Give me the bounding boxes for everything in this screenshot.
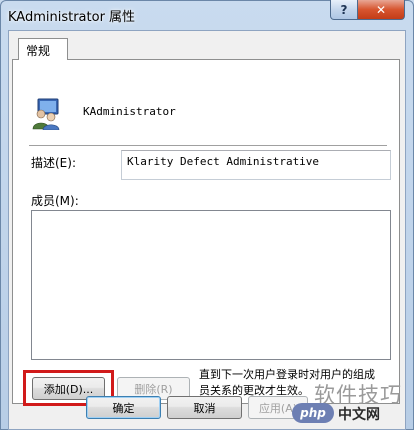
cancel-button[interactable]: 取消 bbox=[167, 396, 242, 419]
members-label: 成员(M): bbox=[31, 194, 79, 208]
close-button[interactable]: ✕ bbox=[357, 0, 405, 20]
divider bbox=[29, 145, 387, 147]
title-bar[interactable]: KAdministrator 属性 ? ✕ bbox=[0, 0, 414, 28]
tab-label: 常规 bbox=[26, 44, 51, 58]
description-field[interactable]: Klarity Defect Administrative bbox=[121, 150, 391, 180]
close-icon: ✕ bbox=[375, 2, 387, 17]
tab-general[interactable]: 常规 bbox=[18, 38, 68, 60]
members-list[interactable] bbox=[31, 210, 391, 360]
general-tab-panel: KAdministrator 描述(E): Klarity Defect Adm… bbox=[12, 59, 400, 406]
watermark-site: 中文网 bbox=[338, 407, 380, 423]
watermark: 软件技巧 php 中文网 bbox=[292, 381, 410, 427]
ok-button[interactable]: 确定 bbox=[86, 396, 161, 419]
description-label: 描述(E): bbox=[31, 156, 76, 170]
user-group-icon bbox=[32, 98, 60, 130]
php-logo: php bbox=[292, 403, 334, 423]
dialog-client-area: 常规 KAdministrator 描述(E): Klarity Defect … bbox=[8, 30, 406, 430]
group-name: KAdministrator bbox=[83, 105, 176, 118]
help-button[interactable]: ? bbox=[330, 0, 358, 20]
help-icon: ? bbox=[340, 2, 348, 17]
window-title: KAdministrator 属性 bbox=[8, 10, 136, 25]
